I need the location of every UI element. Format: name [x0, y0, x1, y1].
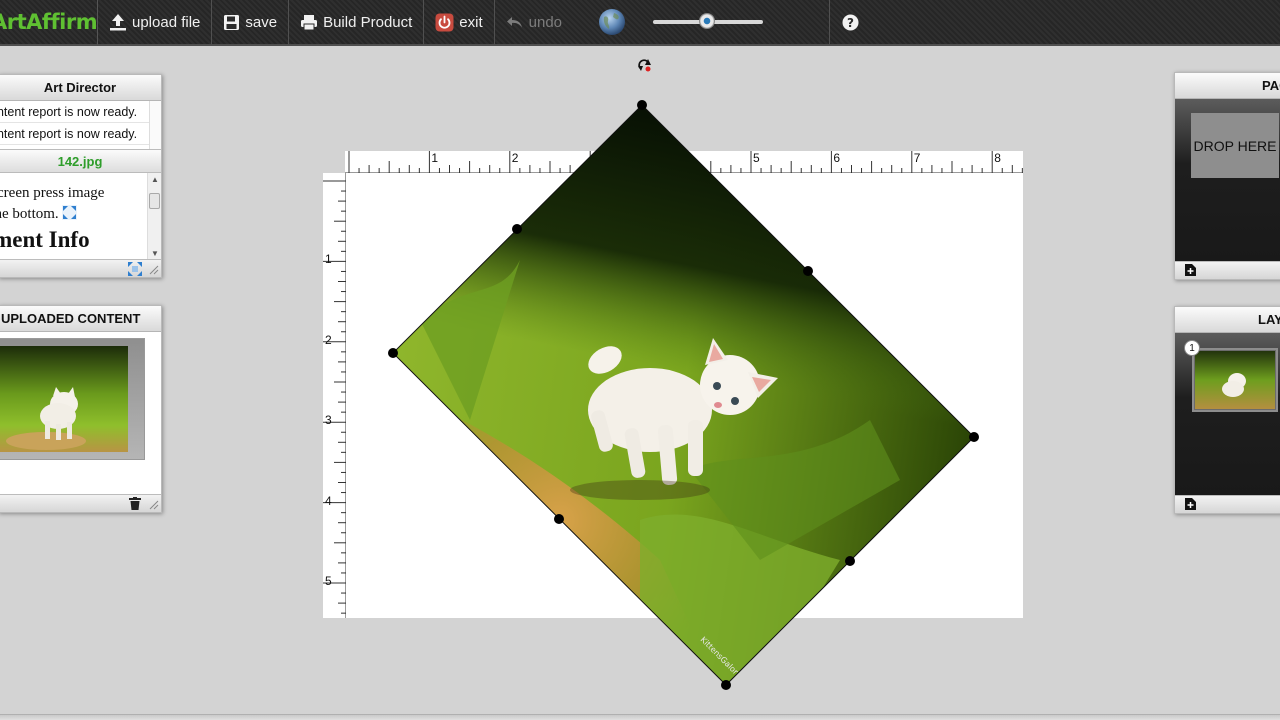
h-ruler-number: 5 — [753, 151, 760, 165]
message-item: Content report is now ready. — [0, 101, 151, 123]
rotate-icon[interactable] — [636, 57, 654, 75]
art-director-panel: Art Director Content report is now ready… — [0, 74, 162, 278]
message-item: Content report is now ready. — [0, 123, 151, 145]
pages-footer — [1175, 261, 1280, 279]
fullscreen-note-text: icon on the bottom. — [0, 206, 59, 222]
artboard-page[interactable] — [346, 173, 1023, 618]
art-director-footer — [0, 259, 161, 277]
pages-title: PAGES — [1175, 73, 1280, 99]
save-label: save — [245, 13, 278, 31]
page-drop-zone[interactable]: DROP HERE — [1191, 113, 1279, 178]
printer-icon — [301, 14, 318, 30]
globe-icon — [599, 9, 626, 35]
handle-top-icon — [637, 100, 647, 110]
exit-button[interactable]: exit — [424, 0, 495, 45]
build-product-button[interactable]: Build Product — [289, 0, 425, 45]
h-ruler-number: 1 — [431, 151, 439, 165]
logo-text: ArtAffirm — [0, 10, 98, 34]
pages-panel: PAGES DROP HERE — [1174, 72, 1280, 280]
layer-item[interactable] — [1192, 348, 1278, 412]
trash-icon[interactable] — [129, 497, 141, 510]
layers-panel: LAYERS 1 — [1174, 306, 1280, 514]
v-ruler-number: 2 — [325, 332, 332, 347]
layer-kitten-thumbnail — [1195, 351, 1275, 409]
help-label: ? — [847, 16, 854, 30]
help-button-area: ? — [829, 0, 859, 45]
document-info-heading: Document Info — [0, 227, 90, 252]
art-director-title: Art Director — [0, 75, 161, 101]
exit-label: exit — [459, 13, 483, 31]
v-ruler-number: 5 — [325, 574, 332, 588]
pages-body: DROP HERE — [1175, 99, 1280, 261]
zoom-slider-handle[interactable] — [699, 13, 716, 29]
art-director-file-name[interactable]: 142.jpg — [0, 149, 161, 173]
layer-badge-text: 1 — [1189, 343, 1195, 354]
upload-file-label: upload file — [132, 13, 201, 31]
h-ruler-number: 7 — [913, 151, 921, 165]
layers-title-text: LAYERS — [1258, 312, 1280, 327]
horizontal-ruler-ticks — [348, 151, 1023, 173]
layers-title: LAYERS — [1175, 307, 1280, 333]
undo-button[interactable]: undo — [495, 0, 573, 45]
globe-button[interactable] — [587, 0, 637, 45]
pages-title-text: PAGES — [1262, 78, 1280, 93]
undo-arrow-icon — [506, 17, 522, 28]
zoom-slider[interactable] — [653, 0, 764, 45]
art-director-document: For full screen press image icon on the … — [0, 173, 161, 261]
uploaded-content-panel: UPLOADED CONTENT — [0, 305, 162, 513]
vertical-ruler-ticks — [323, 180, 346, 614]
fullscreen-icon[interactable] — [127, 261, 143, 277]
undo-label: undo — [528, 13, 563, 31]
workspace-bottom-edge — [0, 714, 1280, 720]
h-ruler-number: 2 — [511, 151, 519, 165]
art-director-messages: Content report is now ready. Content rep… — [0, 101, 161, 149]
main-toolbar: ArtAffirm upload file save Build Product… — [0, 0, 1280, 46]
uploaded-content-title: UPLOADED CONTENT — [0, 306, 161, 332]
power-icon — [435, 13, 454, 31]
document-scrollbar[interactable]: ▲ ▼ — [147, 173, 161, 261]
drop-here-label: DROP HERE — [1193, 137, 1277, 154]
layer-number-badge: 1 — [1184, 340, 1200, 356]
messages-scrollbar[interactable] — [149, 101, 161, 149]
add-layer-icon[interactable] — [1185, 498, 1196, 510]
floppy-disk-icon — [224, 14, 240, 30]
uploaded-content-title-text: UPLOADED CONTENT — [1, 311, 141, 326]
scroll-thumb[interactable] — [149, 193, 160, 209]
add-page-icon[interactable] — [1185, 264, 1196, 276]
uploaded-kitten-thumbnail[interactable] — [0, 346, 128, 452]
fullscreen-note-line2: icon on the bottom. — [0, 204, 142, 225]
save-button[interactable]: save — [212, 0, 290, 45]
fullscreen-inline-icon[interactable] — [62, 205, 78, 220]
layers-body: 1 — [1175, 333, 1280, 495]
upload-file-button[interactable]: upload file — [98, 0, 213, 45]
scroll-up-arrow-icon[interactable]: ▲ — [148, 173, 161, 187]
h-ruler-number: 6 — [833, 151, 841, 165]
fullscreen-note-line1: For full screen press image — [0, 185, 105, 201]
h-ruler-number: 3 — [592, 151, 599, 165]
v-ruler-number: 3 — [325, 413, 332, 428]
resize-grip-icon[interactable] — [149, 500, 159, 510]
horizontal-ruler: 1 2 3 4 5 6 7 8 — [345, 151, 1023, 173]
h-ruler-number: 8 — [994, 151, 1001, 165]
resize-grip-icon[interactable] — [149, 265, 159, 275]
image-watermark: KittensGalore.com — [699, 635, 758, 694]
help-icon[interactable]: ? — [842, 14, 859, 31]
handle-bottom-icon — [721, 680, 731, 690]
upload-icon — [110, 14, 126, 31]
uploaded-thumbnail-frame[interactable] — [0, 338, 145, 460]
v-ruler-number: 1 — [325, 252, 332, 267]
layers-footer — [1175, 495, 1280, 513]
v-ruler-number: 4 — [325, 493, 332, 508]
vertical-ruler: 1 2 3 4 5 — [323, 173, 346, 618]
h-ruler-number: 4 — [672, 151, 680, 165]
uploaded-content-footer — [0, 494, 161, 512]
app-logo[interactable]: ArtAffirm — [0, 0, 98, 45]
build-product-label: Build Product — [323, 13, 413, 31]
